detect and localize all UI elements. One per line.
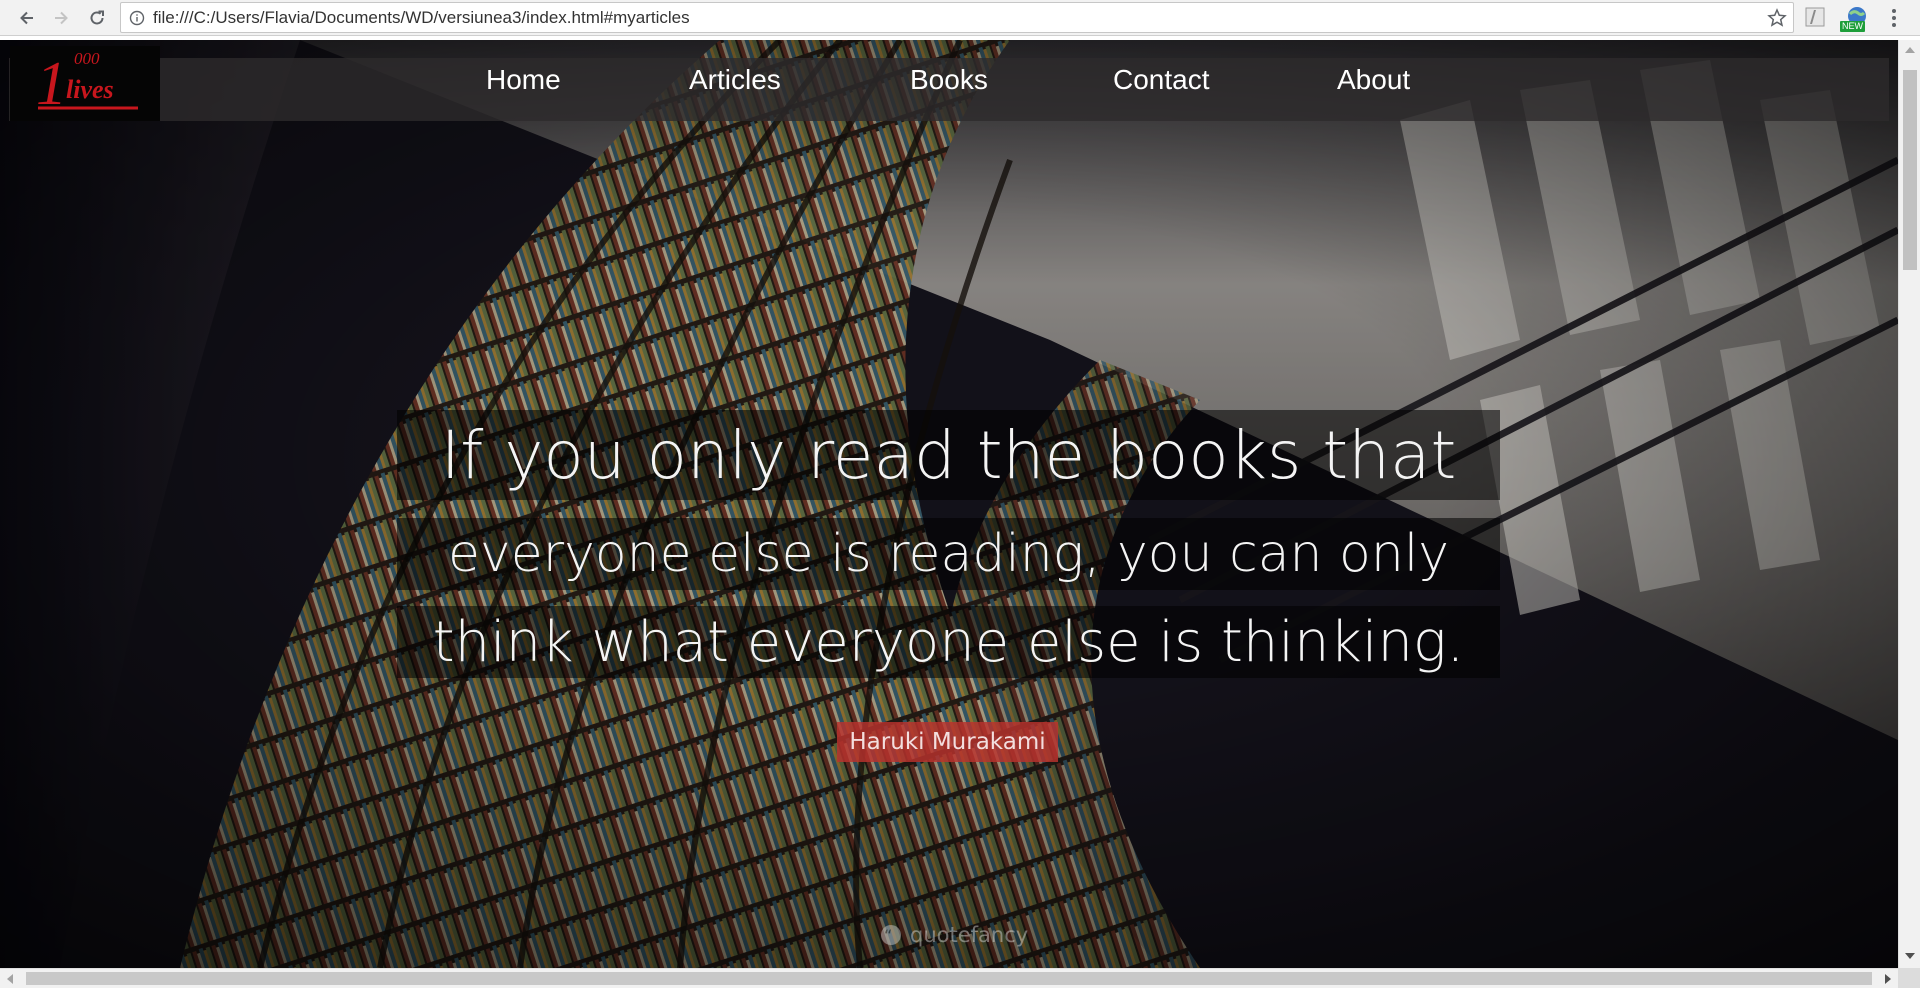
scroll-up-icon[interactable] (1905, 46, 1915, 54)
quote-marks-icon: “ (881, 925, 901, 945)
back-button[interactable] (14, 6, 40, 30)
logo-mark: 1 000 lives (36, 49, 138, 118)
scroll-right-icon[interactable] (1884, 974, 1892, 984)
page-viewport: 1 000 lives Home Articles Books Contact … (0, 40, 1898, 968)
nav-articles[interactable]: Articles (689, 60, 781, 100)
vertical-scroll-thumb[interactable] (1903, 70, 1917, 270)
horizontal-scrollbar[interactable] (0, 968, 1898, 988)
quotefancy-watermark: “ quotefancy (880, 920, 1028, 950)
logo-word: lives (66, 75, 114, 104)
nav-home[interactable]: Home (486, 60, 561, 100)
logo-small: 000 (74, 49, 100, 68)
nav-about[interactable]: About (1337, 60, 1410, 100)
forward-arrow-icon (55, 11, 68, 25)
extension-icon[interactable] (1804, 6, 1826, 28)
nav-contact[interactable]: Contact (1113, 60, 1210, 100)
reload-button[interactable] (84, 6, 110, 30)
reload-icon (90, 10, 104, 25)
site-logo[interactable]: 1 000 lives (10, 46, 160, 121)
scroll-left-icon[interactable] (6, 974, 14, 984)
scroll-down-icon[interactable] (1905, 952, 1915, 960)
horizontal-scroll-thumb[interactable] (26, 972, 1872, 985)
address-bar[interactable]: file:///C:/Users/Flavia/Documents/WD/ver… (120, 2, 1794, 33)
quote-author: Haruki Murakami (837, 722, 1058, 762)
scrollbar-corner (1898, 968, 1920, 988)
nav-books[interactable]: Books (910, 60, 988, 100)
forward-button[interactable] (48, 6, 74, 30)
quote-line-1: If you only read the books that (397, 410, 1500, 500)
menu-dots-icon[interactable] (1886, 7, 1902, 29)
extension-new-badge: NEW (1840, 21, 1865, 32)
watermark-text: quotefancy (910, 923, 1029, 947)
info-icon[interactable] (129, 10, 145, 26)
back-arrow-icon (20, 11, 33, 25)
url-text[interactable]: file:///C:/Users/Flavia/Documents/WD/ver… (153, 3, 690, 32)
library-background-image (0, 40, 1898, 968)
browser-toolbar: file:///C:/Users/Flavia/Documents/WD/ver… (0, 0, 1920, 36)
quote-line-3: think what everyone else is thinking. (397, 606, 1500, 678)
svg-text:“: “ (884, 926, 892, 945)
quote-line-2: everyone else is reading, you can only (397, 518, 1500, 590)
vertical-scrollbar[interactable] (1898, 40, 1920, 968)
star-icon[interactable] (1767, 8, 1787, 28)
